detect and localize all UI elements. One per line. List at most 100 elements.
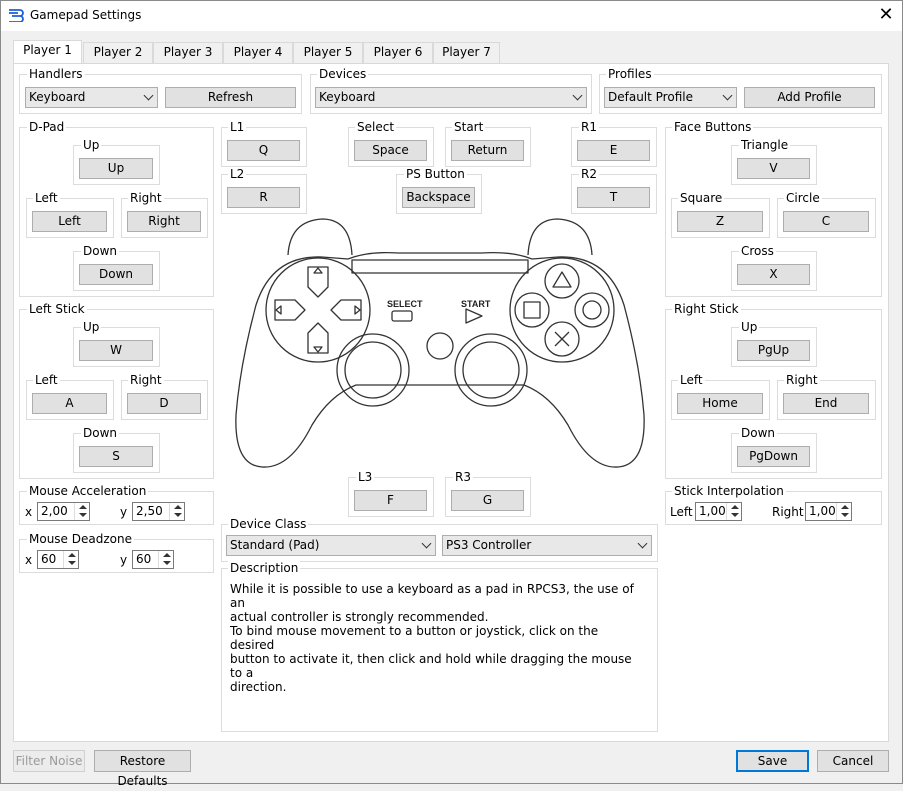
- stick-interp-right-label: Right: [772, 505, 804, 519]
- ls-down-button[interactable]: S: [79, 446, 153, 467]
- r2-label: R2: [579, 167, 599, 181]
- device-model-select[interactable]: PS3 Controller: [442, 535, 652, 556]
- cross-label: Cross: [739, 244, 776, 258]
- rs-down-button[interactable]: PgDown: [737, 446, 810, 467]
- spin-arrows-icon[interactable]: [158, 551, 173, 568]
- arrow-up-icon: [313, 267, 323, 274]
- dpad-down-button[interactable]: Down: [79, 264, 153, 285]
- select-button[interactable]: Space: [354, 140, 427, 161]
- mouse-accel-label: Mouse Acceleration: [27, 484, 149, 498]
- tab-player-5[interactable]: Player 5: [293, 42, 363, 63]
- profiles-select[interactable]: Default Profile: [604, 87, 737, 108]
- stick-interp-label: Stick Interpolation: [672, 484, 786, 498]
- mouse-accel-y-label: y: [120, 505, 128, 519]
- spin-arrows-icon[interactable]: [726, 503, 741, 520]
- circle-button[interactable]: C: [783, 211, 869, 232]
- stick-interp-left-spinbox[interactable]: 1,00: [695, 502, 742, 521]
- rs-left-button[interactable]: Home: [677, 393, 763, 414]
- devices-value: Keyboard: [319, 90, 376, 104]
- r1-button[interactable]: E: [577, 140, 650, 161]
- mouse-deadzone-x-spinbox[interactable]: 60: [37, 550, 79, 569]
- triangle-button[interactable]: V: [737, 158, 810, 179]
- ls-left-label: Left: [33, 373, 60, 387]
- close-icon[interactable]: ✕: [873, 4, 899, 26]
- profiles-label: Profiles: [606, 67, 654, 81]
- arrow-left-icon: [275, 305, 282, 315]
- rs-up-button[interactable]: PgUp: [737, 340, 810, 361]
- square-button-shape: [514, 292, 550, 328]
- ls-up-button[interactable]: W: [79, 340, 153, 361]
- mouse-accel-x-spinbox[interactable]: 2,00: [37, 502, 90, 521]
- tab-player-2[interactable]: Player 2: [83, 42, 153, 63]
- r3-button[interactable]: G: [451, 490, 524, 511]
- devices-select[interactable]: Keyboard: [315, 87, 587, 108]
- ls-right-label: Right: [128, 373, 164, 387]
- ls-right-button[interactable]: D: [127, 393, 201, 414]
- cancel-button[interactable]: Cancel: [817, 750, 889, 772]
- select-shape: [391, 310, 413, 322]
- tab-player-1[interactable]: Player 1: [13, 40, 82, 64]
- tab-player-6[interactable]: Player 6: [363, 42, 433, 63]
- r2-button[interactable]: T: [577, 187, 650, 208]
- stick-interp-right-spinbox[interactable]: 1,00: [805, 502, 852, 521]
- tab-player-4[interactable]: Player 4: [223, 42, 293, 63]
- chevron-down-icon: [572, 90, 583, 101]
- ps-button-shape: [426, 332, 454, 360]
- controller-body: [235, 251, 645, 468]
- spin-arrows-icon[interactable]: [63, 551, 78, 568]
- stick-interp-right-value: 1,00: [809, 504, 836, 518]
- cross-icon: [554, 331, 570, 347]
- restore-defaults-button[interactable]: Restore Defaults: [94, 750, 191, 788]
- select-text: SELECT: [387, 299, 423, 309]
- mouse-accel-y-spinbox[interactable]: 2,50: [132, 502, 185, 521]
- cross-button[interactable]: X: [737, 264, 810, 285]
- spin-arrows-icon[interactable]: [169, 503, 184, 520]
- ls-left-button[interactable]: A: [32, 393, 107, 414]
- left-analog-inner: [344, 341, 402, 399]
- l3-label: L3: [356, 470, 375, 484]
- add-profile-button[interactable]: Add Profile: [744, 87, 875, 108]
- save-button[interactable]: Save: [736, 750, 809, 772]
- left-stick-label: Left Stick: [27, 302, 87, 316]
- tab-player-3[interactable]: Player 3: [153, 42, 223, 63]
- square-icon: [523, 301, 541, 319]
- app-icon: [9, 9, 24, 22]
- l2-label: L2: [228, 167, 247, 181]
- right-analog-inner: [462, 341, 520, 399]
- rs-down-label: Down: [739, 426, 778, 440]
- chevron-down-icon: [637, 538, 648, 549]
- profiles-value: Default Profile: [608, 90, 693, 104]
- triangle-label: Triangle: [739, 138, 791, 152]
- device-class-label: Device Class: [228, 517, 309, 531]
- r3-label: R3: [453, 470, 473, 484]
- l3-button[interactable]: F: [354, 490, 427, 511]
- filter-noise-button[interactable]: Filter Noise: [13, 750, 85, 772]
- dpad-left-button[interactable]: Left: [32, 211, 107, 232]
- mouse-accel-x-label: x: [25, 505, 33, 519]
- ps-button[interactable]: Backspace: [402, 187, 475, 208]
- tab-player-7[interactable]: Player 7: [433, 42, 500, 63]
- start-button[interactable]: Return: [451, 140, 524, 161]
- square-label: Square: [678, 191, 725, 205]
- refresh-button[interactable]: Refresh: [165, 87, 296, 108]
- dpad-down-label: Down: [81, 244, 120, 258]
- mouse-deadzone-y-spinbox[interactable]: 60: [132, 550, 174, 569]
- l1-button[interactable]: Q: [227, 140, 300, 161]
- l1-label: L1: [228, 120, 247, 134]
- square-button[interactable]: Z: [677, 211, 763, 232]
- dpad-right-button[interactable]: Right: [127, 211, 201, 232]
- l2-button[interactable]: R: [227, 187, 300, 208]
- dpad-right-label: Right: [128, 191, 164, 205]
- start-label: Start: [452, 120, 486, 134]
- devices-label: Devices: [317, 67, 369, 81]
- handlers-select[interactable]: Keyboard: [25, 87, 158, 108]
- spin-arrows-icon[interactable]: [74, 503, 89, 520]
- spin-arrows-icon[interactable]: [836, 503, 851, 520]
- rs-right-button[interactable]: End: [783, 393, 869, 414]
- arrow-down-icon: [313, 346, 323, 353]
- mouse-deadzone-x-label: x: [25, 553, 33, 567]
- mouse-accel-x-value: 2,00: [41, 504, 68, 518]
- chevron-down-icon: [143, 90, 154, 101]
- device-class-select[interactable]: Standard (Pad): [226, 535, 436, 556]
- dpad-up-button[interactable]: Up: [79, 158, 153, 179]
